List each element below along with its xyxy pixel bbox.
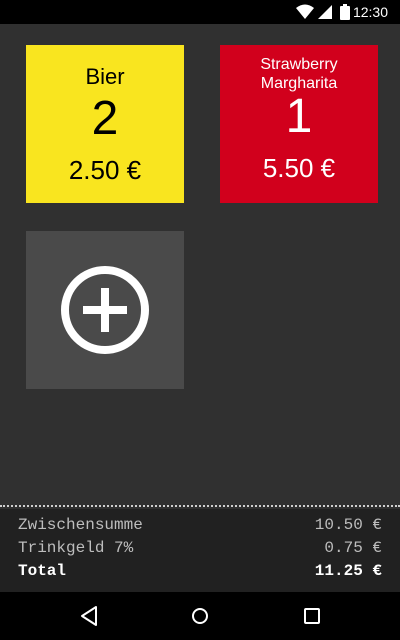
plus-circle-icon (61, 266, 149, 354)
navigation-bar (0, 592, 400, 640)
tip-label: Trinkgeld 7% (18, 539, 134, 557)
recents-icon[interactable] (300, 604, 324, 628)
subtotal-label: Zwischensumme (18, 516, 143, 534)
subtotal-row: Zwischensumme 10.50 € (18, 516, 382, 538)
back-icon[interactable] (77, 604, 101, 628)
product-tile-strawberry-margharita[interactable]: Strawberry Margharita 1 5.50 € (220, 45, 378, 203)
product-quantity: 2 (91, 92, 119, 145)
home-icon[interactable] (188, 604, 212, 628)
product-price: 2.50 € (68, 155, 142, 185)
product-name-line-1: Strawberry (260, 56, 338, 73)
tip-value: 0.75 € (324, 539, 382, 557)
product-quantity: 1 (285, 90, 313, 143)
total-value: 11.25 € (314, 562, 382, 580)
subtotal-value: 10.50 € (314, 516, 382, 534)
total-label: Total (18, 562, 67, 580)
product-name: Strawberry Margharita (260, 55, 337, 93)
tip-row: Trinkgeld 7% 0.75 € (18, 539, 382, 561)
signal-icon (318, 5, 332, 19)
total-row: Total 11.25 € (18, 562, 382, 584)
product-name: Bier (85, 64, 125, 89)
status-bar: 12:30 (0, 0, 400, 24)
main-area: Bier 2 2.50 € Strawberry Margharita 1 5.… (0, 24, 400, 504)
totals-divider (0, 505, 400, 507)
battery-icon (340, 4, 350, 20)
product-tile-bier[interactable]: Bier 2 2.50 € (26, 45, 184, 203)
wifi-icon (296, 4, 314, 19)
status-time: 12:30 (352, 4, 388, 20)
product-price: 5.50 € (262, 153, 336, 183)
totals-panel: Zwischensumme 10.50 € Trinkgeld 7% 0.75 … (0, 509, 400, 592)
add-product-button[interactable] (26, 231, 184, 389)
